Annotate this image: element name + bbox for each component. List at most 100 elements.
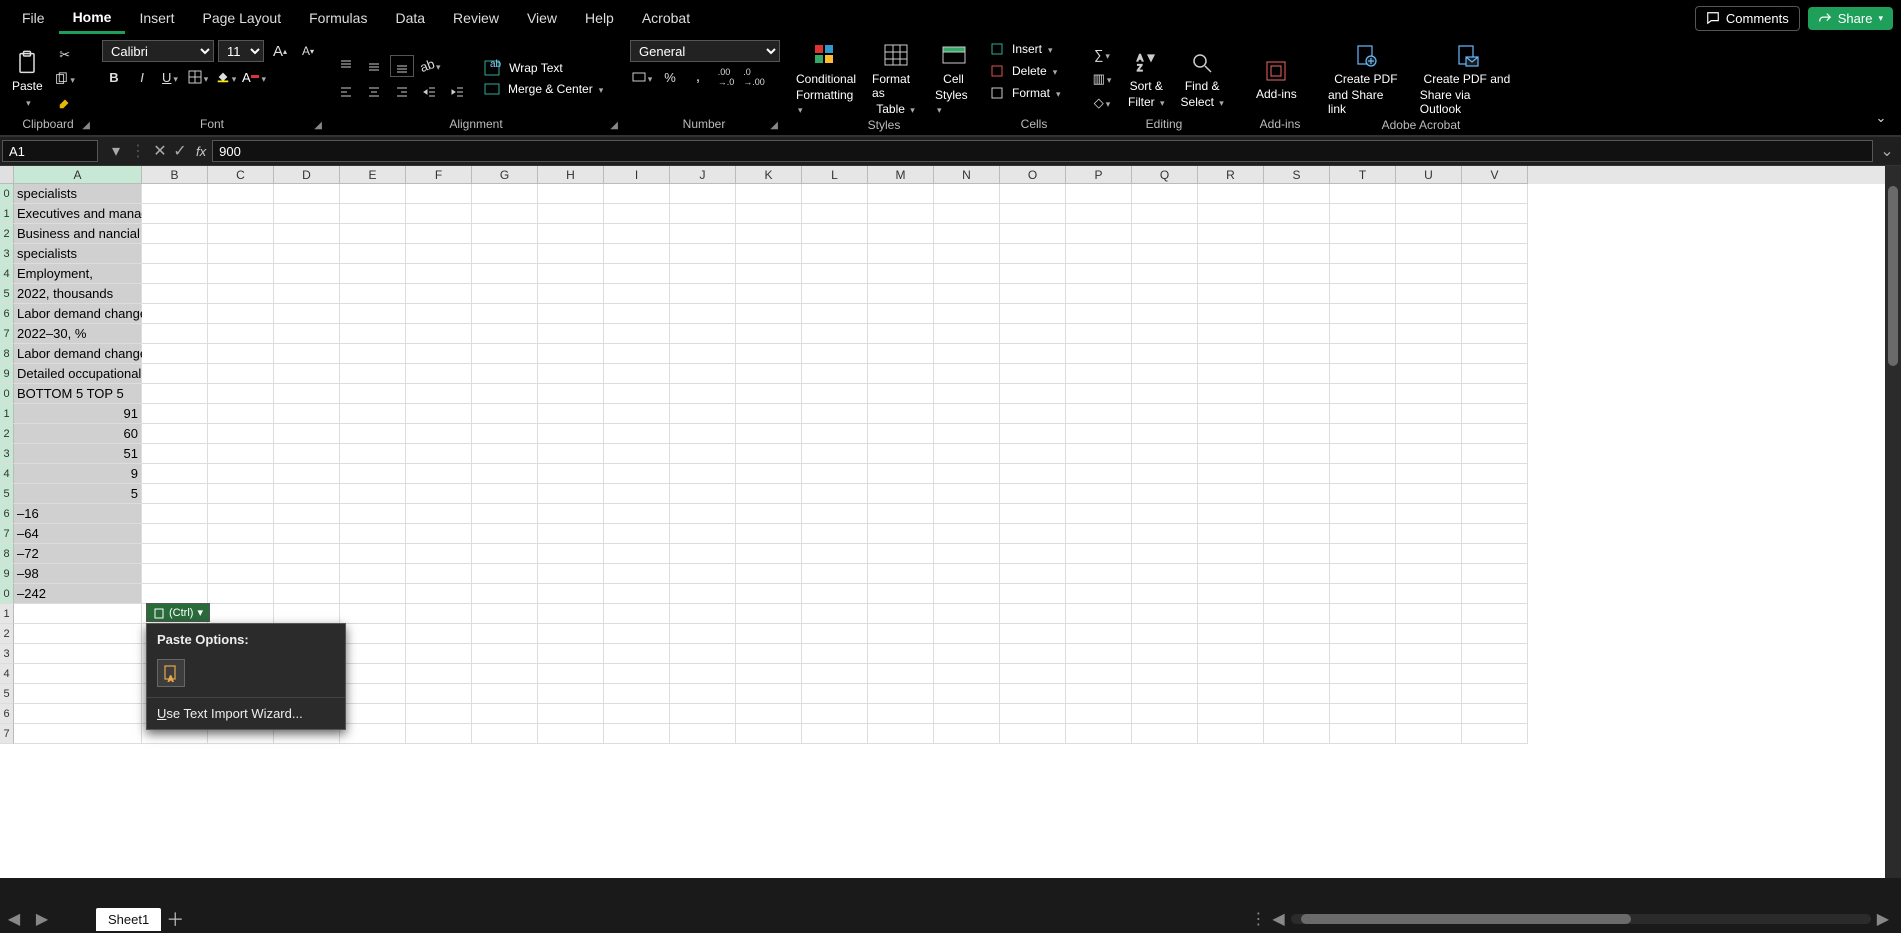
cell[interactable] bbox=[406, 364, 472, 384]
cell[interactable] bbox=[1396, 544, 1462, 564]
row-header[interactable]: 6 bbox=[0, 704, 14, 724]
expand-formula-bar[interactable]: ⌄ bbox=[1877, 141, 1897, 161]
cell[interactable] bbox=[472, 724, 538, 744]
format-painter-button[interactable] bbox=[53, 92, 77, 114]
cell[interactable] bbox=[340, 324, 406, 344]
tab-insert[interactable]: Insert bbox=[125, 4, 188, 32]
cell[interactable] bbox=[208, 544, 274, 564]
cell[interactable] bbox=[208, 464, 274, 484]
cell[interactable] bbox=[1264, 604, 1330, 624]
cell[interactable] bbox=[14, 684, 142, 704]
cell[interactable] bbox=[1066, 484, 1132, 504]
cell[interactable] bbox=[604, 184, 670, 204]
cell[interactable] bbox=[736, 664, 802, 684]
cell[interactable] bbox=[868, 304, 934, 324]
cell[interactable] bbox=[538, 244, 604, 264]
cell[interactable] bbox=[1396, 584, 1462, 604]
collapse-ribbon-button[interactable]: ⌄ bbox=[1869, 107, 1893, 129]
cell[interactable] bbox=[934, 504, 1000, 524]
cell[interactable] bbox=[1000, 704, 1066, 724]
cell[interactable] bbox=[142, 464, 208, 484]
cell[interactable] bbox=[1330, 344, 1396, 364]
cell[interactable] bbox=[340, 684, 406, 704]
cell[interactable] bbox=[1000, 524, 1066, 544]
cell[interactable] bbox=[934, 244, 1000, 264]
cell[interactable] bbox=[1132, 704, 1198, 724]
cell[interactable] bbox=[1132, 384, 1198, 404]
cell[interactable] bbox=[1132, 684, 1198, 704]
cell[interactable] bbox=[670, 264, 736, 284]
cell[interactable] bbox=[1396, 404, 1462, 424]
cell[interactable] bbox=[1198, 184, 1264, 204]
decrease-decimal-button[interactable]: .0→.00 bbox=[742, 66, 766, 88]
number-format-select[interactable]: General bbox=[630, 40, 780, 62]
cell[interactable] bbox=[1330, 224, 1396, 244]
cell[interactable] bbox=[934, 324, 1000, 344]
cell[interactable] bbox=[1396, 364, 1462, 384]
cell[interactable] bbox=[406, 184, 472, 204]
cell[interactable] bbox=[868, 224, 934, 244]
cell[interactable] bbox=[736, 584, 802, 604]
column-header[interactable]: J bbox=[670, 166, 736, 184]
cell[interactable] bbox=[1396, 224, 1462, 244]
cell[interactable] bbox=[1330, 564, 1396, 584]
cell[interactable] bbox=[1132, 464, 1198, 484]
cell[interactable] bbox=[604, 524, 670, 544]
cell[interactable] bbox=[802, 664, 868, 684]
cell[interactable] bbox=[736, 484, 802, 504]
cell[interactable] bbox=[472, 444, 538, 464]
cell[interactable] bbox=[208, 224, 274, 244]
cell[interactable] bbox=[1330, 464, 1396, 484]
cell[interactable] bbox=[934, 544, 1000, 564]
cell[interactable] bbox=[208, 404, 274, 424]
cell[interactable] bbox=[274, 524, 340, 544]
cell[interactable] bbox=[670, 324, 736, 344]
cell[interactable] bbox=[670, 544, 736, 564]
cell[interactable] bbox=[1132, 624, 1198, 644]
cell[interactable] bbox=[934, 364, 1000, 384]
cell[interactable] bbox=[274, 284, 340, 304]
cell[interactable] bbox=[604, 644, 670, 664]
dialog-launcher-icon[interactable]: ◢ bbox=[82, 120, 90, 131]
cell[interactable] bbox=[736, 684, 802, 704]
cell[interactable] bbox=[406, 604, 472, 624]
sheet-tab-1[interactable]: Sheet1 bbox=[96, 908, 161, 931]
cell[interactable] bbox=[1066, 224, 1132, 244]
cell[interactable] bbox=[934, 664, 1000, 684]
cell[interactable] bbox=[340, 464, 406, 484]
decrease-font-button[interactable]: A▾ bbox=[296, 40, 320, 62]
cell[interactable]: 9 bbox=[14, 464, 142, 484]
cell[interactable] bbox=[406, 384, 472, 404]
cell[interactable] bbox=[472, 224, 538, 244]
cell[interactable] bbox=[1000, 224, 1066, 244]
cell[interactable] bbox=[340, 584, 406, 604]
create-pdf-button[interactable]: Create PDF and Share link bbox=[1322, 40, 1410, 118]
row-header[interactable]: 8 bbox=[0, 544, 14, 564]
cell[interactable] bbox=[208, 524, 274, 544]
cell[interactable] bbox=[736, 344, 802, 364]
font-size-select[interactable]: 11 bbox=[218, 40, 264, 62]
cell[interactable] bbox=[1132, 204, 1198, 224]
cell[interactable] bbox=[538, 544, 604, 564]
cell[interactable] bbox=[604, 344, 670, 364]
column-header[interactable]: D bbox=[274, 166, 340, 184]
cell[interactable] bbox=[670, 244, 736, 264]
cell[interactable] bbox=[802, 404, 868, 424]
cell[interactable] bbox=[1462, 544, 1528, 564]
cell[interactable] bbox=[1264, 344, 1330, 364]
cell[interactable] bbox=[340, 704, 406, 724]
cell[interactable] bbox=[1330, 404, 1396, 424]
cell[interactable] bbox=[868, 644, 934, 664]
cell[interactable] bbox=[340, 644, 406, 664]
cell[interactable] bbox=[208, 564, 274, 584]
cell[interactable] bbox=[1066, 244, 1132, 264]
cell[interactable] bbox=[736, 644, 802, 664]
cell[interactable] bbox=[142, 204, 208, 224]
cell[interactable] bbox=[14, 664, 142, 684]
cell[interactable] bbox=[208, 264, 274, 284]
row-header[interactable]: 5 bbox=[0, 684, 14, 704]
cell[interactable] bbox=[934, 464, 1000, 484]
cell[interactable] bbox=[1198, 524, 1264, 544]
cell[interactable] bbox=[1396, 244, 1462, 264]
column-header[interactable]: T bbox=[1330, 166, 1396, 184]
